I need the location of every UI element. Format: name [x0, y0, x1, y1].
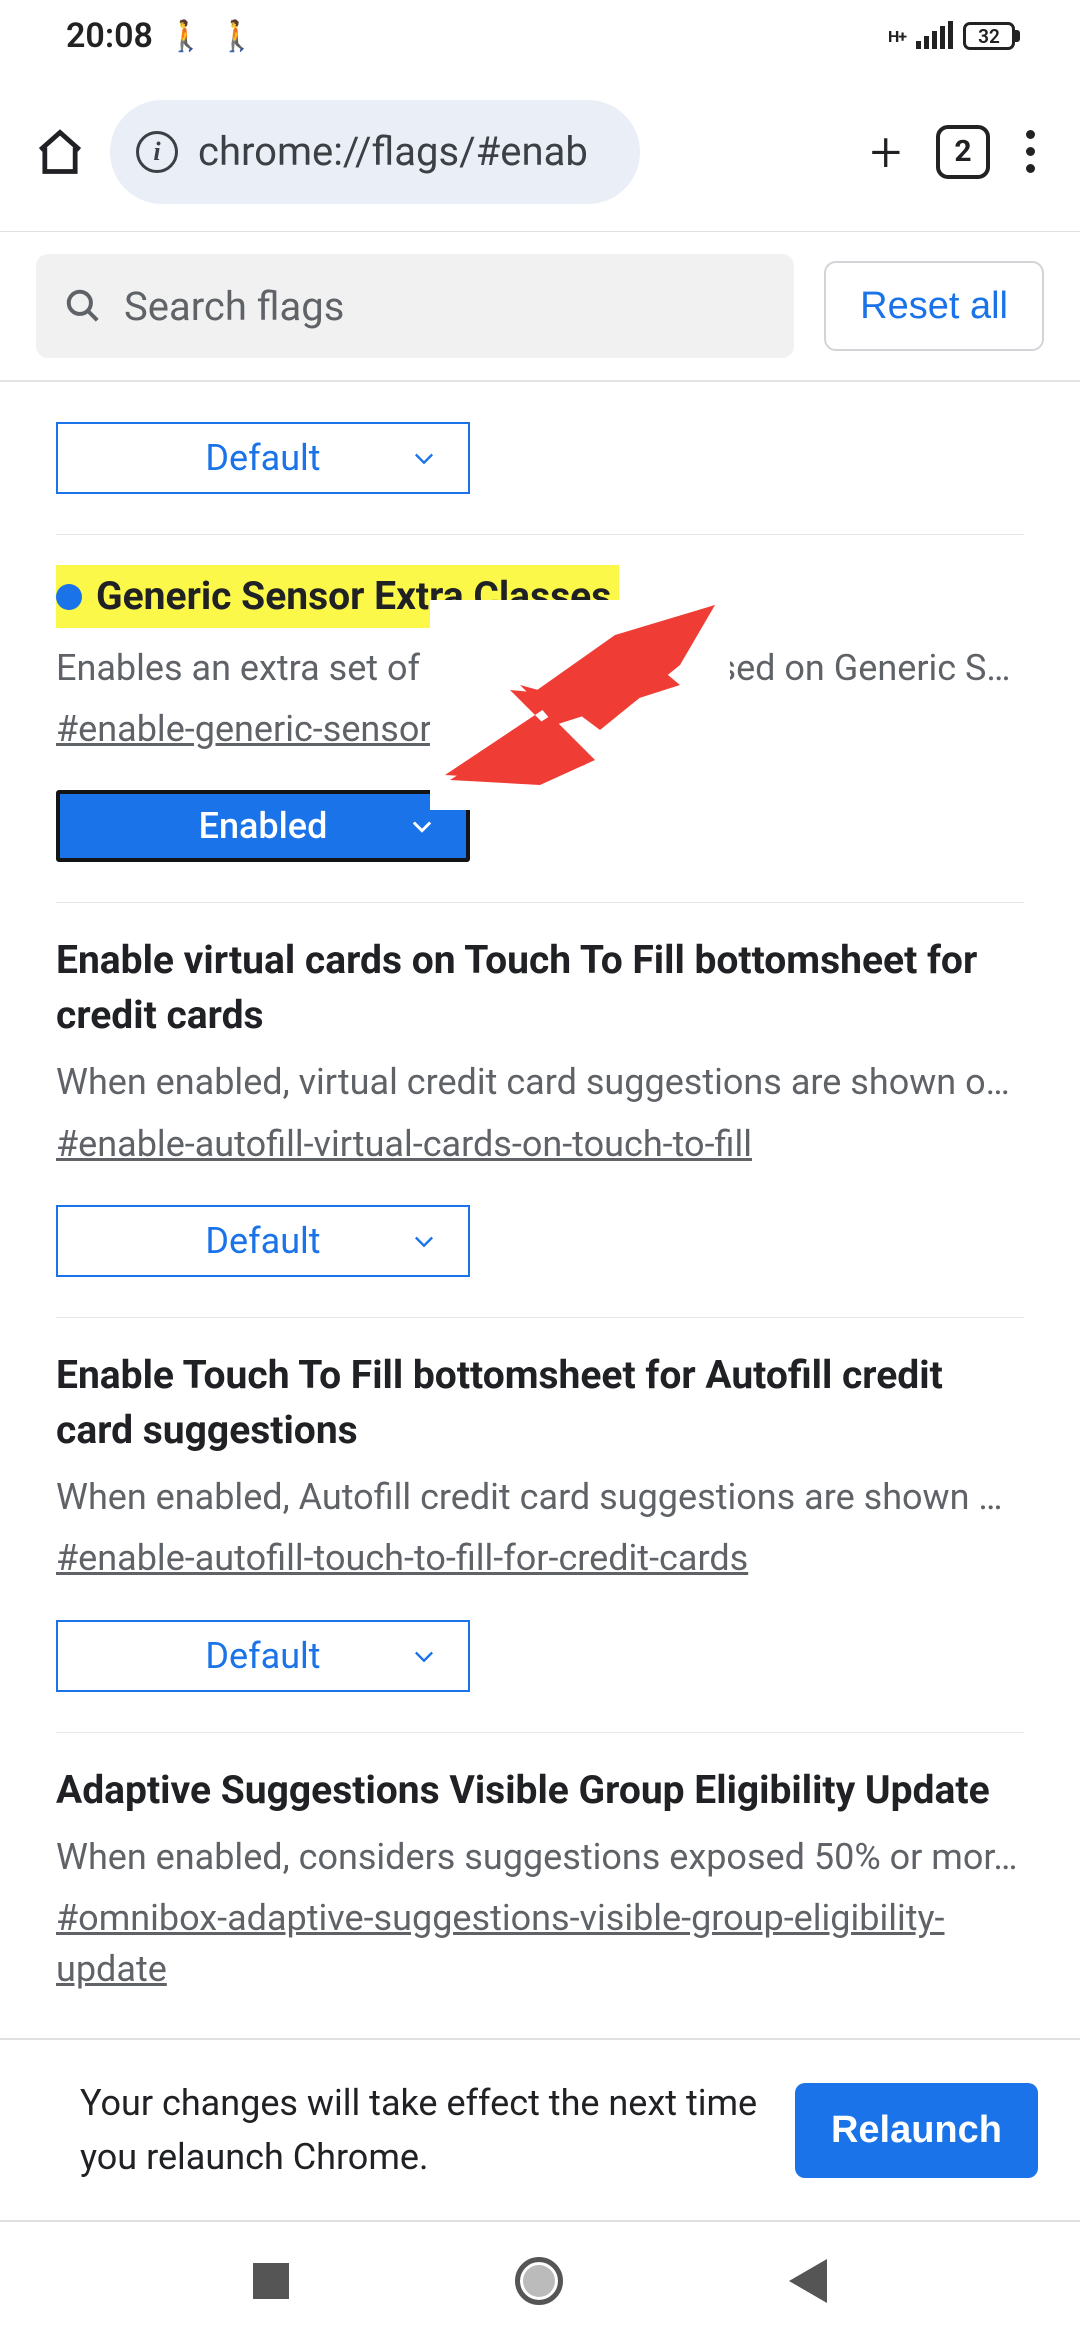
relaunch-button[interactable]: Relaunch	[795, 2083, 1038, 2178]
site-info-icon[interactable]: i	[136, 131, 178, 173]
battery-icon: 32	[963, 22, 1020, 50]
flag-title: Enable Touch To Fill bottomsheet for Aut…	[56, 1348, 1024, 1457]
status-time: 20:08	[66, 16, 153, 56]
flag-hash-link[interactable]: #omnibox-adaptive-suggestions-visible-gr…	[56, 1893, 1024, 1994]
flag-description: Enables an extra set of sensor classes b…	[56, 642, 1024, 694]
dropdown-value: Enabled	[199, 805, 328, 847]
flag-hash-link[interactable]: #enable-autofill-touch-to-fill-for-credi…	[56, 1533, 748, 1583]
flag-dropdown[interactable]: Enabled	[56, 790, 470, 862]
flag-item-adaptive-suggestions: Adaptive Suggestions Visible Group Eligi…	[56, 1733, 1024, 2041]
recents-button[interactable]	[253, 2263, 289, 2299]
flag-item-generic-sensor: Generic Sensor Extra Classes Enables an …	[56, 535, 1024, 903]
menu-button[interactable]	[1010, 130, 1050, 173]
signal-icon	[916, 23, 953, 49]
tabs-button[interactable]: 2	[936, 125, 990, 179]
url-bar[interactable]: i chrome://flags/#enab	[110, 100, 640, 204]
search-icon	[64, 287, 102, 325]
dropdown-value: Default	[205, 1635, 320, 1677]
home-button[interactable]	[30, 122, 90, 182]
dropdown-value: Default	[205, 1220, 320, 1262]
relaunch-message: Your changes will take effect the next t…	[80, 2076, 769, 2184]
walk-icon: 🚶	[218, 19, 255, 54]
flag-title: Adaptive Suggestions Visible Group Eligi…	[56, 1763, 1024, 1818]
status-left: 20:08 🚶 🚶	[66, 16, 256, 56]
modified-dot-icon	[56, 584, 82, 610]
flag-dropdown[interactable]: Default	[56, 422, 470, 494]
chevron-down-icon	[410, 444, 438, 472]
tab-count: 2	[954, 134, 971, 169]
flag-item-virtual-cards: Enable virtual cards on Touch To Fill bo…	[56, 903, 1024, 1318]
browser-toolbar: i chrome://flags/#enab + 2	[0, 72, 1080, 232]
status-bar: 20:08 🚶 🚶 H+ 32	[0, 0, 1080, 72]
flag-item: Default	[56, 402, 1024, 535]
chevron-down-icon	[410, 1227, 438, 1255]
chevron-down-icon	[410, 1642, 438, 1670]
flags-list[interactable]: Default Generic Sensor Extra Classes Ena…	[0, 382, 1080, 2040]
relaunch-bar: Your changes will take effect the next t…	[0, 2038, 1080, 2222]
reset-all-button[interactable]: Reset all	[824, 261, 1044, 351]
back-button[interactable]	[789, 2259, 827, 2303]
flag-title: Generic Sensor Extra Classes	[56, 565, 619, 628]
walk-icon: 🚶	[167, 19, 204, 54]
flag-title: Enable virtual cards on Touch To Fill bo…	[56, 933, 1024, 1042]
flag-dropdown[interactable]: Default	[56, 1205, 470, 1277]
flag-description: When enabled, considers suggestions expo…	[56, 1831, 1024, 1883]
chevron-down-icon	[408, 812, 436, 840]
new-tab-button[interactable]: +	[856, 119, 916, 185]
battery-percent: 32	[963, 22, 1015, 50]
network-type-label: H+	[888, 27, 906, 46]
system-nav-bar	[0, 2222, 1080, 2340]
url-text: chrome://flags/#enab	[198, 128, 588, 175]
home-button-nav[interactable]	[515, 2257, 563, 2305]
flag-description: When enabled, virtual credit card sugges…	[56, 1056, 1024, 1108]
flag-hash-link[interactable]: #enable-autofill-virtual-cards-on-touch-…	[56, 1119, 752, 1169]
search-flags-input[interactable]: Search flags	[36, 254, 794, 358]
flag-dropdown[interactable]: Default	[56, 1620, 470, 1692]
flag-description: When enabled, Autofill credit card sugge…	[56, 1471, 1024, 1523]
status-right: H+ 32	[888, 22, 1020, 50]
flag-hash-link[interactable]: #enable-generic-sensor-extra-classes	[56, 704, 653, 754]
flags-header: Search flags Reset all	[0, 232, 1080, 382]
dropdown-value: Default	[205, 437, 320, 479]
flag-item-touch-to-fill: Enable Touch To Fill bottomsheet for Aut…	[56, 1318, 1024, 1733]
search-placeholder: Search flags	[124, 283, 344, 330]
